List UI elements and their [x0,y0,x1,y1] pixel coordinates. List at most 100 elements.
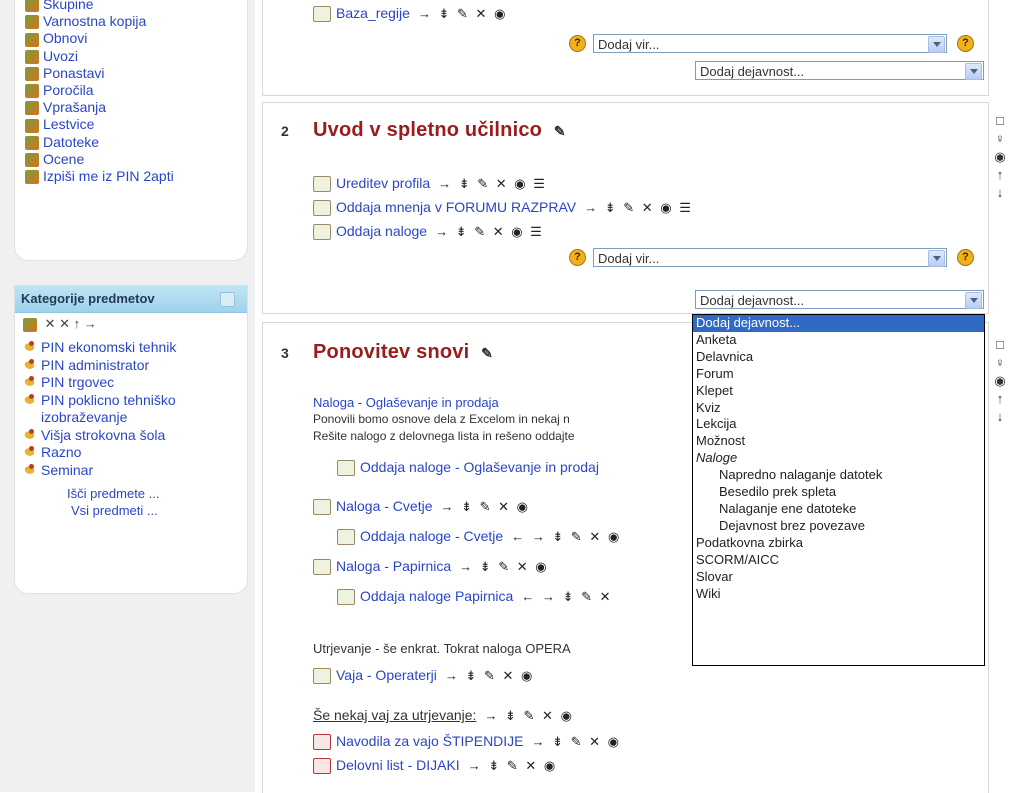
category-item[interactable]: PIN ekonomski tehnik [23,339,247,357]
admin-menu-item[interactable]: Varnostna kopija [25,13,174,30]
highlight-icon[interactable]: ♀ [990,130,1010,148]
category-item[interactable]: Seminar [23,462,247,480]
help-icon[interactable]: ? [957,249,974,266]
edit-summary-icon[interactable]: ✎ [554,123,566,139]
admin-menu-item[interactable]: Lestvice [25,116,174,133]
help-icon[interactable]: ? [957,35,974,52]
admin-menu-item[interactable]: Uvozi [25,48,174,65]
dropdown-option[interactable]: Kviz [693,400,984,417]
admin-menu-item[interactable]: Vprašanja [25,99,174,116]
all-courses-link[interactable]: Vsi predmeti ... [15,502,247,519]
add-activity-select-open[interactable]: Dodaj dejavnost... [695,290,984,309]
admin-menu-item[interactable]: Datoteke [25,134,174,151]
visibility-eye-icon[interactable]: ◉ [990,148,1010,166]
dropdown-arrow-icon[interactable] [965,292,982,309]
category-item[interactable]: PIN administrator [23,357,247,375]
activity-link[interactable]: Naloga - Papirnica [336,558,451,574]
admin-menu-item[interactable]: Poročila [25,82,174,99]
activity-tools[interactable]: → ⇟ ✎ ✕ ◉ [459,559,548,574]
activity-link[interactable]: Ureditev profila [336,175,430,191]
admin-menu-label[interactable]: Varnostna kopija [43,13,146,29]
dropdown-arrow-icon[interactable] [928,250,945,267]
activity-tools[interactable]: → ⇟ ✎ ✕ ◉ ☰ [584,200,693,215]
show-only-section-icon[interactable]: □ [990,336,1010,354]
dropdown-arrow-icon[interactable] [928,36,945,53]
admin-menu-label[interactable]: Lestvice [43,116,94,132]
edit-summary-icon[interactable]: ✎ [481,345,493,361]
activity-link[interactable]: Vaja - Operaterji [336,667,437,683]
add-activity-dropdown-list[interactable]: Dodaj dejavnost... Anketa Delavnica Forum Kl… [692,314,985,666]
show-only-section-icon[interactable]: □ [990,112,1010,130]
summary-link[interactable]: Naloga - Oglaševanje in prodaja [313,395,499,410]
dropdown-option[interactable]: Napredno nalaganje datotek [693,467,984,484]
dropdown-option[interactable]: Podatkovna zbirka [693,535,984,552]
activity-link[interactable]: Oddaja naloge Papirnica [360,588,513,604]
admin-menu-item[interactable]: Ocene [25,151,174,168]
admin-menu-label[interactable]: Vprašanja [43,99,106,115]
activity-tools[interactable]: ← → ⇟ ✎ ✕ ◉ [511,529,621,544]
category-link[interactable]: Višja strokovna šola [41,427,165,443]
activity-tools[interactable]: → ⇟ ✎ ✕ ◉ [468,758,557,773]
help-icon[interactable]: ? [569,35,586,52]
activity-tools[interactable]: → ⇟ ✎ ✕ ◉ [418,6,507,21]
admin-menu-item[interactable]: Ponastavi [25,65,174,82]
dropdown-option[interactable]: Klepet [693,383,984,400]
category-item[interactable]: PIN trgovec [23,374,247,392]
add-resource-select[interactable]: Dodaj vir... [593,34,947,53]
move-up-icon[interactable]: ↑ [990,390,1010,408]
activity-link[interactable]: Oddaja naloge - Oglaševanje in prodaj [360,459,599,475]
activity-tools[interactable]: → ⇟ ✎ ✕ ◉ ☰ [435,224,544,239]
activity-tools[interactable]: → ⇟ ✎ ✕ ◉ [441,499,530,514]
admin-menu-item[interactable]: Obnovi [25,30,174,47]
category-link[interactable]: PIN ekonomski tehnik [41,339,176,355]
category-link[interactable]: Seminar [41,462,93,478]
admin-menu-label[interactable]: Datoteke [43,134,99,150]
move-up-icon[interactable]: ↑ [990,166,1010,184]
dropdown-option[interactable]: Nalaganje ene datoteke [693,501,984,518]
category-link[interactable]: PIN trgovec [41,374,114,390]
block-tools-text[interactable]: ✕ ✕ ↑ → [45,316,97,331]
dropdown-option[interactable]: Wiki [693,586,984,603]
admin-menu-label[interactable]: Skupine [43,0,94,12]
category-item[interactable]: Višja strokovna šola [23,427,247,445]
category-item[interactable]: PIN poklicno tehniško izobraževanje [23,392,247,427]
move-down-icon[interactable]: ↓ [990,408,1010,426]
dropdown-option[interactable]: Možnost [693,433,984,450]
dropdown-option[interactable]: SCORM/AICC [693,552,984,569]
dropdown-option[interactable]: Forum [693,366,984,383]
admin-menu-label[interactable]: Izpiši me iz PIN 2apti [43,168,174,184]
admin-menu-label[interactable]: Obnovi [43,30,87,46]
admin-menu-item[interactable]: Skupine [25,0,174,13]
activity-tools[interactable]: ← → ⇟ ✎ ✕ [521,589,612,604]
dropdown-option[interactable]: Dejavnost brez povezave [693,518,984,535]
activity-tools[interactable]: → ⇟ ✎ ✕ ◉ [445,668,534,683]
dropdown-option[interactable]: Lekcija [693,416,984,433]
activity-link[interactable]: Baza_regije [336,5,410,21]
admin-menu-label[interactable]: Poročila [43,82,94,98]
dropdown-option[interactable]: Delavnica [693,349,984,366]
dropdown-option[interactable]: Anketa [693,332,984,349]
category-link[interactable]: PIN poklicno tehniško izobraževanje [41,392,176,426]
add-resource-select[interactable]: Dodaj vir... [593,248,947,267]
admin-menu-label[interactable]: Ocene [43,151,84,167]
block-settings-icon[interactable] [23,317,37,332]
activity-link[interactable]: Oddaja naloge [336,223,427,239]
activity-link[interactable]: Navodila za vajo ŠTIPENDIJE [336,733,524,749]
activity-tools[interactable]: → ⇟ ✎ ✕ ◉ [532,734,621,749]
activity-link[interactable]: Oddaja naloge - Cvetje [360,528,503,544]
block-edit-tools[interactable]: ✕ ✕ ↑ → [15,313,247,335]
visibility-eye-icon[interactable]: ◉ [990,372,1010,390]
admin-menu-label[interactable]: Ponastavi [43,65,104,81]
category-link[interactable]: PIN administrator [41,357,149,373]
category-link[interactable]: Razno [41,444,81,460]
add-activity-select[interactable]: Dodaj dejavnost... [695,61,984,80]
activity-tools[interactable]: → ⇟ ✎ ✕ ◉ ☰ [438,176,547,191]
search-courses-link[interactable]: Išči predmete ... [15,485,247,502]
help-icon[interactable]: ? [569,249,586,266]
dropdown-option[interactable]: Slovar [693,569,984,586]
admin-menu-label[interactable]: Uvozi [43,48,78,64]
dropdown-option[interactable]: Dodaj dejavnost... [693,315,984,332]
dropdown-option[interactable]: Besedilo prek spleta [693,484,984,501]
move-down-icon[interactable]: ↓ [990,184,1010,202]
activity-tools[interactable]: → ⇟ ✎ ✕ ◉ [484,708,573,723]
